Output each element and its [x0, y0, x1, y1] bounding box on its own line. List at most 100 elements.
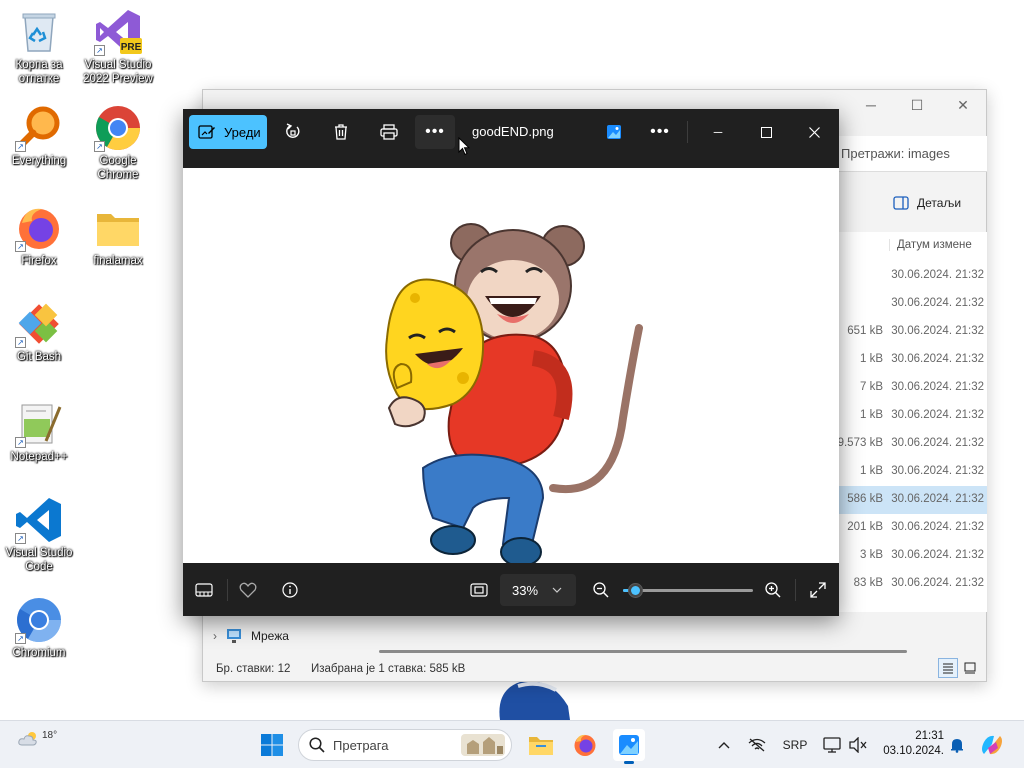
desktop-icon-firefox[interactable]: ↗ Firefox	[1, 204, 77, 268]
filmstrip-button[interactable]	[189, 577, 219, 603]
desktop-icon-everything[interactable]: ↗ Everything	[1, 104, 77, 168]
photos-viewer-window[interactable]: Уреди ••• goodEND.png ••• ─ 33%	[183, 109, 839, 616]
shortcut-arrow-icon: ↗	[15, 241, 26, 252]
large-icons-view-icon	[964, 662, 976, 674]
viewer-minimize-button[interactable]: ─	[694, 115, 742, 149]
file-row[interactable]: 83 kB 30.06.2024. 21:32	[837, 570, 987, 598]
file-row-selected[interactable]: 586 kB 30.06.2024. 21:32	[837, 486, 987, 514]
file-row[interactable]: 1 kB 30.06.2024. 21:32	[837, 346, 987, 374]
more-options-button[interactable]: •••	[415, 115, 455, 149]
viewer-close-button[interactable]	[790, 115, 838, 149]
fit-to-window-icon	[470, 583, 488, 597]
notifications-button[interactable]	[946, 721, 968, 768]
details-pane-button[interactable]: Детаљи	[893, 196, 961, 210]
file-row[interactable]: 651 kB 30.06.2024. 21:32	[837, 318, 987, 346]
shortcut-arrow-icon: ↗	[15, 337, 26, 348]
taskbar-clock[interactable]: 21:31 03.10.2024.	[878, 729, 944, 759]
horizontal-scrollbar[interactable]	[379, 650, 907, 653]
actual-size-button[interactable]	[464, 577, 494, 603]
file-date-modified: 30.06.2024. 21:32	[891, 493, 984, 505]
file-row[interactable]: 30.06.2024. 21:32	[837, 262, 987, 290]
file-row[interactable]: 201 kB 30.06.2024. 21:32	[837, 514, 987, 542]
see-more-button[interactable]: •••	[640, 115, 680, 149]
desktop-icon-visual-studio-preview[interactable]: PRE ↗ Visual Studio 2022 Preview	[80, 8, 156, 86]
cheese-hole	[457, 372, 469, 384]
file-info-button[interactable]	[275, 577, 305, 603]
open-in-photos-button[interactable]	[594, 115, 634, 149]
monkey-right-shoe	[500, 537, 542, 567]
firefox-icon: ↗	[15, 204, 63, 252]
language-indicator[interactable]: SRP	[780, 721, 810, 768]
status-bar: Бр. ставки: 12 Изабрана је 1 ставка: 585…	[203, 656, 986, 682]
delete-button[interactable]	[321, 115, 361, 149]
desktop-icon-notepad-plus-plus[interactable]: ↗ Notepad++	[1, 400, 77, 464]
muted-speaker-icon	[849, 737, 867, 753]
zoom-slider[interactable]	[623, 583, 753, 598]
zoom-out-button[interactable]	[586, 577, 616, 603]
search-highlight-image-icon	[461, 734, 505, 756]
minimize-icon: ─	[713, 125, 723, 139]
print-button[interactable]	[369, 115, 409, 149]
rotate-button[interactable]	[273, 115, 313, 149]
copilot-button[interactable]	[978, 721, 1006, 768]
network-status-button[interactable]	[744, 721, 770, 768]
desktop-icon-label: Notepad++	[10, 451, 68, 463]
explorer-maximize-button[interactable]: ☐	[894, 90, 940, 120]
notepad-plus-plus-icon: ↗	[15, 400, 63, 448]
file-row[interactable]: 1 kB 30.06.2024. 21:32	[837, 458, 987, 486]
zoom-slider-thumb[interactable]	[627, 583, 643, 598]
file-row[interactable]: 30.06.2024. 21:32	[837, 290, 987, 318]
file-row[interactable]: 3 kB 30.06.2024. 21:32	[837, 542, 987, 570]
fullscreen-button[interactable]	[803, 577, 833, 603]
start-button[interactable]	[256, 729, 288, 761]
taskbar-photos[interactable]	[613, 729, 645, 764]
desktop-icon-recycle-bin[interactable]: Корпа за отпатке	[1, 8, 77, 86]
file-size: 201 kB	[847, 521, 883, 533]
file-row[interactable]: 7 kB 30.06.2024. 21:32	[837, 374, 987, 402]
display-settings-button[interactable]	[820, 721, 844, 768]
taskbar-firefox[interactable]	[569, 729, 601, 761]
shortcut-arrow-icon: ↗	[15, 141, 26, 152]
weather-widget[interactable]: 18°	[18, 730, 57, 746]
column-header-date-modified[interactable]: Датум измене	[889, 239, 972, 251]
mouse-cursor-icon	[458, 137, 470, 156]
edit-image-button[interactable]: Уреди	[189, 115, 267, 149]
zoom-in-icon	[765, 582, 781, 598]
favorite-button[interactable]	[233, 577, 263, 603]
nav-item-network[interactable]: › Мрежа	[213, 628, 289, 644]
cheese-hole	[410, 293, 420, 303]
desktop-icon-google-chrome[interactable]: ↗ Google Chrome	[80, 104, 156, 182]
clock-date: 03.10.2024.	[883, 745, 944, 757]
file-date-modified: 30.06.2024. 21:32	[891, 269, 984, 281]
firefox-icon	[574, 734, 596, 756]
file-row[interactable]: 1 kB 30.06.2024. 21:32	[837, 402, 987, 430]
large-icons-view-button[interactable]	[960, 658, 980, 678]
zoom-level-dropdown[interactable]: 33%	[500, 574, 576, 606]
explorer-minimize-button[interactable]: ─	[848, 90, 894, 120]
file-size: 83 kB	[853, 577, 883, 589]
explorer-close-button[interactable]: ✕	[940, 90, 986, 120]
network-icon	[227, 629, 241, 643]
zoom-in-button[interactable]	[758, 577, 788, 603]
file-row[interactable]: 9.573 kB 30.06.2024. 21:32	[837, 430, 987, 458]
file-date-modified: 30.06.2024. 21:32	[891, 465, 984, 477]
taskbar-file-explorer[interactable]	[525, 729, 557, 761]
status-selection: Изабрана је 1 ставка: 585 kB	[311, 663, 466, 675]
desktop-icon-git-bash[interactable]: ↗ Git Bash	[1, 300, 77, 364]
close-icon	[808, 126, 820, 138]
volume-button[interactable]	[846, 721, 870, 768]
visual-studio-icon: PRE ↗	[94, 8, 142, 56]
details-view-button[interactable]	[938, 658, 958, 678]
taskbar-search-input[interactable]: Претрага	[298, 729, 512, 761]
shortcut-arrow-icon: ↗	[94, 45, 105, 56]
desktop-icon-vs-code[interactable]: ↗ Visual Studio Code	[1, 496, 77, 574]
more-horizontal-icon: •••	[425, 123, 445, 140]
explorer-search-input[interactable]: Претражи: images	[837, 136, 987, 172]
image-canvas[interactable]	[183, 168, 839, 567]
toolbar-divider	[687, 121, 688, 143]
desktop-icon-finalamax[interactable]: finalamax	[80, 204, 156, 268]
wallpaper-character-fragment	[499, 681, 570, 720]
viewer-maximize-button[interactable]	[742, 115, 790, 149]
desktop-icon-chromium[interactable]: ↗ Chromium	[1, 596, 77, 660]
show-hidden-icons-button[interactable]	[712, 721, 736, 768]
